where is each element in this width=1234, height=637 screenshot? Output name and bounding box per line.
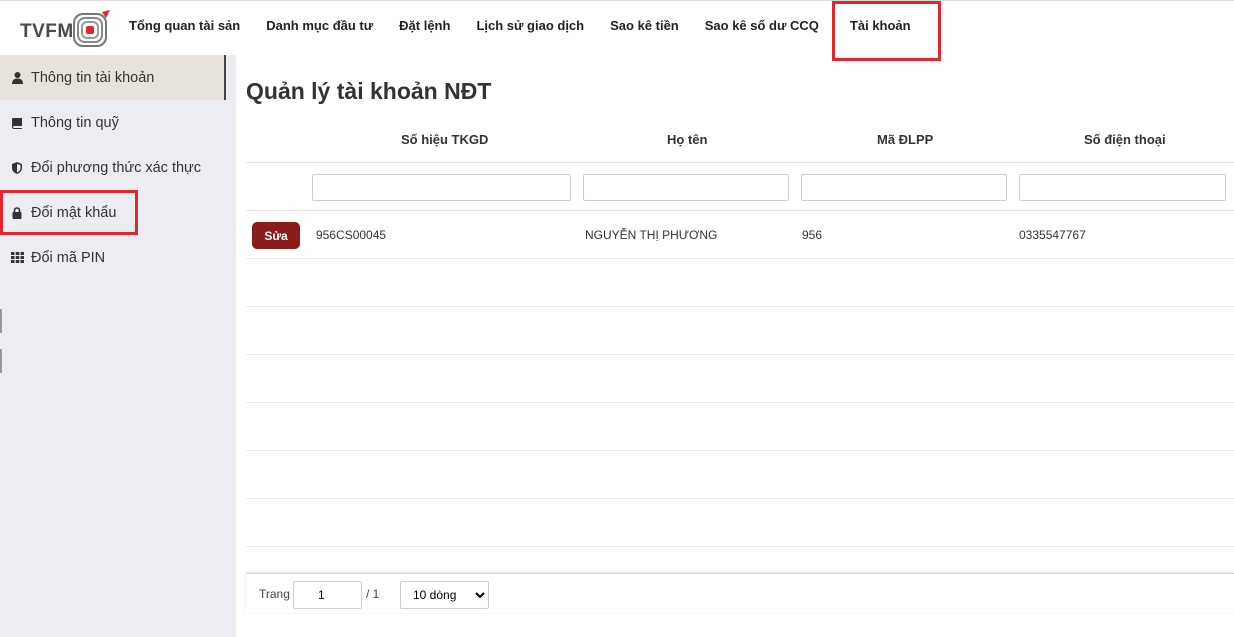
cell-phone: 0335547767 <box>1019 228 1086 242</box>
sidebar: Thông tin tài khoản Thông tin quỹ Đổi ph… <box>0 55 236 637</box>
filter-account-input[interactable] <box>312 174 571 201</box>
pagination-bar: Trang / 1 10 dòng <box>246 573 1234 613</box>
filter-phone-input[interactable] <box>1019 174 1226 201</box>
tvfm-logo[interactable]: TVFM <box>18 7 114 49</box>
sidebar-item-doi-phuong-thuc-xac-thuc[interactable]: Đổi phương thức xác thực <box>0 145 226 190</box>
sidebar-item-label: Đổi mật khẩu <box>31 204 117 221</box>
sidebar-item-thong-tin-quy[interactable]: Thông tin quỹ <box>0 100 226 145</box>
filter-name-input[interactable] <box>583 174 789 201</box>
nav-dat-lenh[interactable]: Đặt lệnh <box>386 1 463 56</box>
page-label: Trang <box>259 587 290 601</box>
nav-lich-su-giao-dich[interactable]: Lịch sử giao dịch <box>463 1 597 56</box>
book-icon <box>10 117 24 129</box>
logo-text: TVFM <box>20 21 74 42</box>
page-total: / 1 <box>366 587 380 601</box>
column-header-phone: Số điện thoại <box>1084 132 1166 147</box>
keypad-icon <box>10 252 24 263</box>
table-header: Số hiệu TKGD Họ tên Mã ĐLPP Số điện thoạ… <box>246 127 1234 163</box>
sidebar-edge-marker <box>0 309 2 333</box>
table-filter-row <box>246 163 1234 211</box>
cell-account: 956CS00045 <box>316 228 387 242</box>
sidebar-item-doi-mat-khau[interactable]: Đổi mật khẩu <box>0 190 138 235</box>
column-header-account: Số hiệu TKGD <box>401 132 489 147</box>
nav-sao-ke-tien[interactable]: Sao kê tiền <box>597 1 692 56</box>
cell-name: NGUYỄN THỊ PHƯƠNG <box>585 228 718 242</box>
sidebar-item-label: Thông tin quỹ <box>31 114 119 131</box>
empty-table-row <box>246 451 1234 499</box>
empty-table-row <box>246 307 1234 355</box>
page-number-input[interactable] <box>293 581 362 609</box>
edit-button[interactable]: Sửa <box>252 222 300 249</box>
top-navbar: TVFM Tổng quan tài sản Danh mục đầu tư Đ… <box>0 0 1234 61</box>
nav-tai-khoan[interactable]: Tài khoản <box>831 1 941 61</box>
empty-table-row <box>246 499 1234 547</box>
main-nav: Tổng quan tài sản Danh mục đầu tư Đặt lệ… <box>116 1 941 61</box>
lock-icon <box>10 206 24 219</box>
sidebar-edge-marker <box>0 349 2 373</box>
logo-rings-icon <box>73 10 110 47</box>
sidebar-item-thong-tin-tai-khoan[interactable]: Thông tin tài khoản <box>0 55 226 100</box>
sidebar-item-label: Thông tin tài khoản <box>31 69 155 86</box>
column-header-name: Họ tên <box>667 132 708 147</box>
empty-table-row <box>246 403 1234 451</box>
page-size-select[interactable]: 10 dòng <box>400 581 489 609</box>
cell-agent: 956 <box>802 228 823 242</box>
sidebar-item-label: Đổi phương thức xác thực <box>31 159 202 176</box>
sidebar-item-doi-ma-pin[interactable]: Đổi mã PIN <box>0 235 226 280</box>
user-icon <box>10 71 24 84</box>
nav-sao-ke-so-du-ccq[interactable]: Sao kê số dư CCQ <box>692 1 832 56</box>
filter-agent-input[interactable] <box>801 174 1007 201</box>
table-row: Sửa 956CS00045 NGUYỄN THỊ PHƯƠNG 956 033… <box>246 211 1234 259</box>
page-title: Quản lý tài khoản NĐT <box>246 78 492 104</box>
nav-tong-quan-tai-san[interactable]: Tổng quan tài sản <box>116 1 253 56</box>
empty-table-row <box>246 355 1234 403</box>
nav-danh-muc-dau-tu[interactable]: Danh mục đầu tư <box>253 1 386 56</box>
empty-table-row <box>246 259 1234 307</box>
sidebar-item-label: Đổi mã PIN <box>31 249 106 266</box>
main-content: Quản lý tài khoản NĐT Số hiệu TKGD Họ tê… <box>246 65 1234 637</box>
shield-icon <box>10 161 24 174</box>
column-header-agent: Mã ĐLPP <box>877 132 934 147</box>
